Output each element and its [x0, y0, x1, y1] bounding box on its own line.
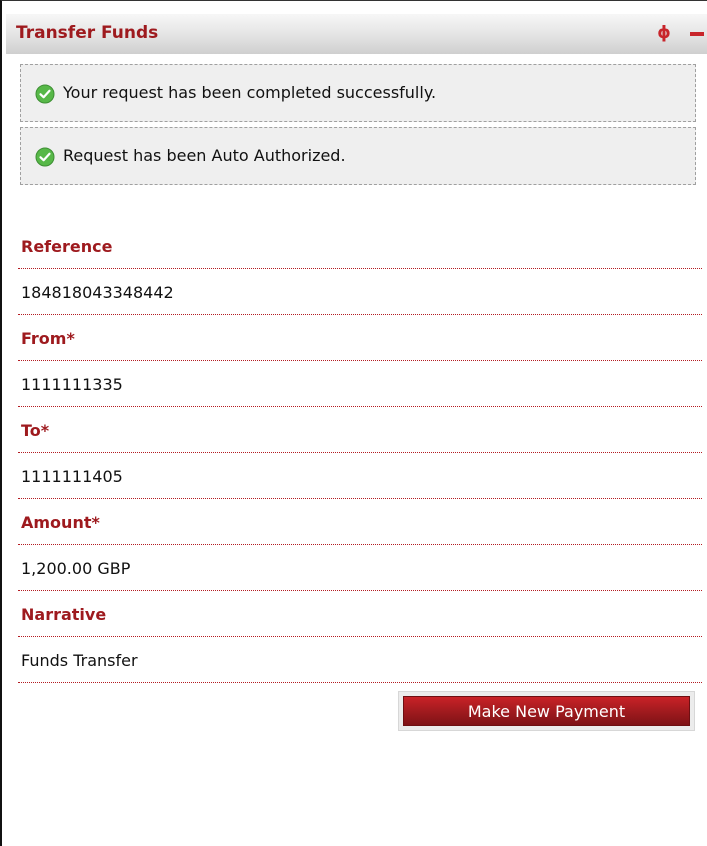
field-label-reference: Reference — [18, 223, 702, 269]
transfer-details: Reference 184818043348442 From* 11111113… — [18, 223, 702, 683]
make-new-payment-button[interactable]: Make New Payment — [403, 696, 690, 726]
success-message-text: Your request has been completed successf… — [63, 83, 437, 102]
make-new-payment-wrapper: Make New Payment — [398, 691, 695, 731]
check-circle-icon — [35, 84, 55, 104]
success-message: Your request has been completed successf… — [20, 64, 696, 122]
field-value-narrative: Funds Transfer — [18, 637, 702, 683]
authorized-message-text: Request has been Auto Authorized. — [63, 146, 346, 165]
authorized-message: Request has been Auto Authorized. — [20, 127, 696, 185]
panel-header: Transfer Funds ϕ — [6, 14, 707, 54]
field-value-to: 1111111405 — [18, 453, 702, 499]
check-circle-icon — [35, 147, 55, 167]
field-label-to: To* — [18, 407, 702, 453]
field-label-narrative: Narrative — [18, 591, 702, 637]
field-label-from: From* — [18, 315, 702, 361]
field-label-amount: Amount* — [18, 499, 702, 545]
collapse-icon[interactable] — [690, 32, 704, 36]
field-value-from: 1111111335 — [18, 361, 702, 407]
field-value-reference: 184818043348442 — [18, 269, 702, 315]
field-value-amount: 1,200.00 GBP — [18, 545, 702, 591]
refresh-icon[interactable]: ϕ — [654, 22, 674, 44]
panel-title: Transfer Funds — [16, 23, 159, 43]
